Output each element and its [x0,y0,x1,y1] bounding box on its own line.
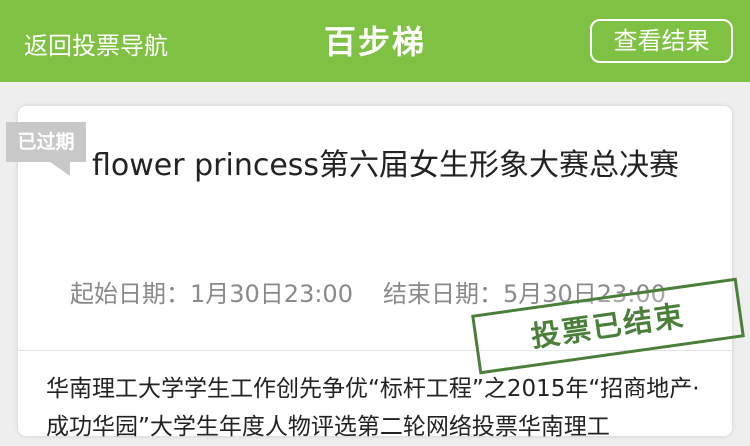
start-date-label: 起始日期： [70,280,190,308]
start-date-value: 1月30日23:00 [190,280,353,308]
badge-fold-shape [50,162,70,176]
back-to-vote-nav-link[interactable]: 返回投票导航 [24,26,168,61]
expired-status-badge: 已过期 [6,122,86,162]
view-results-button[interactable]: 查看结果 [590,19,733,63]
top-bar: 返回投票导航 百步梯 查看结果 [0,0,750,82]
vote-description: 华南理工大学学生工作创先争优“标杆工程”之2015年“招商地产·成功华园”大学生… [46,376,700,440]
app-logo: 百步梯 [324,23,427,61]
vote-title: flower princess第六届女生形象大赛总决赛 [92,148,680,183]
end-date-label: 结束日期： [382,280,503,308]
